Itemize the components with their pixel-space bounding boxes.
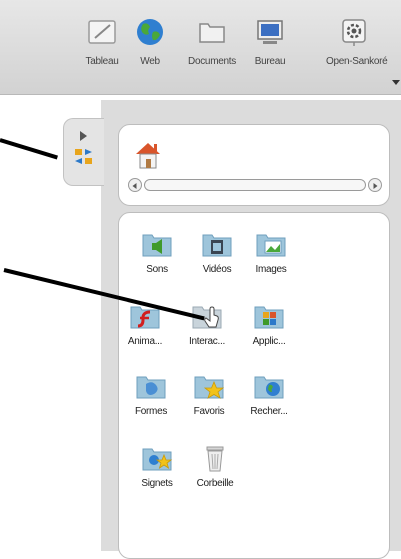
library-item-images[interactable]: Images	[240, 228, 302, 275]
home-icon[interactable]	[134, 140, 162, 170]
shape-folder-icon	[136, 376, 166, 399]
bookmark-folder-icon	[142, 448, 173, 471]
arrow-left-icon	[132, 183, 137, 189]
library-item-applications[interactable]: Applic...	[238, 300, 300, 347]
toolbar-label: Web	[140, 56, 160, 67]
scroll-track[interactable]	[144, 179, 366, 191]
library-item-label: Images	[255, 264, 287, 275]
toolbar-button-bureau[interactable]: Bureau	[242, 16, 298, 67]
gear-icon	[342, 19, 366, 46]
expand-arrow-icon[interactable]	[80, 131, 87, 141]
scroll-left-button[interactable]	[128, 178, 142, 192]
toolbar-label: Bureau	[254, 56, 286, 67]
library-item-label: Formes	[134, 406, 168, 417]
library-item-label: Applic...	[252, 336, 286, 347]
library-item-label: Vidéos	[202, 264, 232, 275]
sound-folder-icon	[142, 234, 172, 257]
library-item-label: Recher...	[250, 406, 288, 417]
library-item-recherche[interactable]: Recher...	[238, 370, 300, 417]
trash-icon	[206, 446, 224, 472]
library-item-label: Corbeille	[196, 478, 234, 489]
library-item-sons[interactable]: Sons	[126, 228, 188, 275]
video-folder-icon	[202, 234, 232, 257]
toolbar-more-icon[interactable]	[392, 80, 400, 85]
library-item-label: Sons	[146, 264, 168, 275]
library-colors-icon	[75, 149, 92, 164]
monitor-icon	[257, 20, 283, 44]
toolbar-button-open-sankore[interactable]: Open-Sankoré	[326, 16, 388, 67]
arrow-right-icon	[373, 183, 378, 189]
folder-icon	[199, 23, 225, 43]
app-folder-icon	[254, 306, 284, 329]
library-item-formes[interactable]: Formes	[120, 370, 182, 417]
image-folder-icon	[256, 234, 286, 257]
library-item-label: Interac...	[189, 336, 225, 347]
library-item-videos[interactable]: Vidéos	[186, 228, 248, 275]
library-item-signets[interactable]: Signets	[126, 442, 188, 489]
pointer-line-tab	[0, 138, 58, 160]
library-item-interactivites[interactable]: Interac...	[176, 300, 238, 347]
search-folder-icon	[254, 376, 284, 399]
top-toolbar: Tableau Web Documents Bureau Open-Sankor…	[0, 0, 401, 95]
library-item-favoris[interactable]: Favoris	[178, 370, 240, 417]
whiteboard-icon	[88, 20, 116, 44]
toolbar-button-web[interactable]: Web	[122, 16, 178, 67]
horizontal-scrollbar[interactable]	[128, 178, 382, 192]
library-item-label: Anima...	[127, 336, 163, 347]
globe-icon	[137, 19, 163, 45]
toolbar-button-documents[interactable]: Documents	[184, 16, 240, 67]
library-item-label: Signets	[141, 478, 173, 489]
library-tab[interactable]	[63, 118, 104, 186]
scroll-right-button[interactable]	[368, 178, 382, 192]
toolbar-label: Open-Sankoré	[326, 56, 388, 67]
star-folder-icon	[194, 376, 225, 399]
library-item-label: Favoris	[193, 406, 225, 417]
library-item-corbeille[interactable]: Corbeille	[184, 442, 246, 489]
toolbar-label: Documents	[188, 56, 236, 67]
